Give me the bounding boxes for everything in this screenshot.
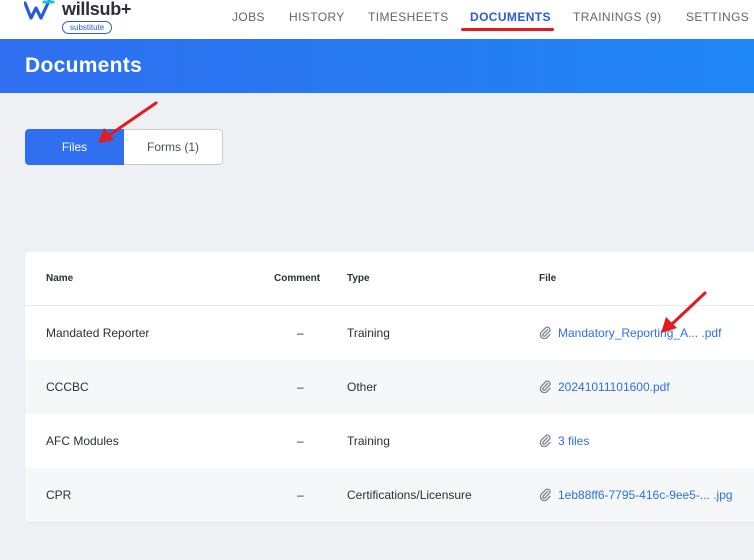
- document-comment: –: [297, 488, 304, 502]
- nav-trainings[interactable]: TRAININGS (9): [573, 10, 662, 24]
- tab-forms[interactable]: Forms (1): [124, 129, 223, 165]
- active-nav-underline: [461, 28, 554, 31]
- column-header-comment[interactable]: Comment: [274, 273, 320, 284]
- document-type: Certifications/Licensure: [347, 488, 472, 502]
- document-file-link[interactable]: 1eb88ff6-7795-416c-9ee5-... .jpg: [558, 488, 733, 502]
- document-name: CCCBC: [46, 380, 89, 394]
- role-badge: substitute: [62, 21, 113, 34]
- page-header: Documents: [0, 39, 754, 93]
- documents-table: Name Comment Type File Mandated Reporter…: [25, 252, 754, 522]
- nav-history[interactable]: HISTORY: [289, 10, 345, 24]
- willsub-logo-icon: [24, 0, 55, 20]
- table-row: Mandated Reporter – Training Mandatory_R…: [25, 306, 754, 360]
- nav-jobs[interactable]: JOBS: [232, 10, 265, 24]
- tab-files[interactable]: Files: [25, 129, 124, 165]
- nav-settings[interactable]: SETTINGS: [686, 10, 749, 24]
- document-file-link[interactable]: 3 files: [558, 434, 589, 448]
- paperclip-icon: [539, 326, 551, 339]
- column-header-type[interactable]: Type: [347, 273, 370, 284]
- document-type: Other: [347, 380, 378, 394]
- document-file-link[interactable]: 20241011101600.pdf: [558, 380, 670, 394]
- nav-timesheets[interactable]: TIMESHEETS: [368, 10, 449, 24]
- table-row: CPR – Certifications/Licensure 1eb88ff6-…: [25, 468, 754, 522]
- document-comment: –: [297, 380, 304, 394]
- paperclip-icon: [539, 434, 551, 447]
- table-row: CCCBC – Other 20241011101600.pdf: [25, 360, 754, 414]
- document-name: AFC Modules: [46, 434, 119, 448]
- table-row: AFC Modules – Training 3 files: [25, 414, 754, 468]
- page-title: Documents: [25, 54, 143, 77]
- document-type: Training: [347, 434, 390, 448]
- column-header-file[interactable]: File: [539, 273, 556, 284]
- nav-documents[interactable]: DOCUMENTS: [470, 10, 551, 24]
- paperclip-icon: [539, 380, 551, 393]
- top-navigation: willsub+ substitute JOBS HISTORY TIMESHE…: [0, 0, 754, 39]
- brand-name: willsub+: [62, 0, 132, 19]
- document-file-link[interactable]: Mandatory_Reporting_A... .pdf: [558, 326, 721, 340]
- document-comment: –: [297, 326, 304, 340]
- document-name: CPR: [46, 488, 72, 502]
- column-header-name[interactable]: Name: [46, 273, 73, 284]
- document-type: Training: [347, 326, 390, 340]
- documents-tab-switch: Files Forms (1): [25, 129, 223, 165]
- document-name: Mandated Reporter: [46, 326, 150, 340]
- document-comment: –: [297, 434, 304, 448]
- paperclip-icon: [539, 488, 551, 501]
